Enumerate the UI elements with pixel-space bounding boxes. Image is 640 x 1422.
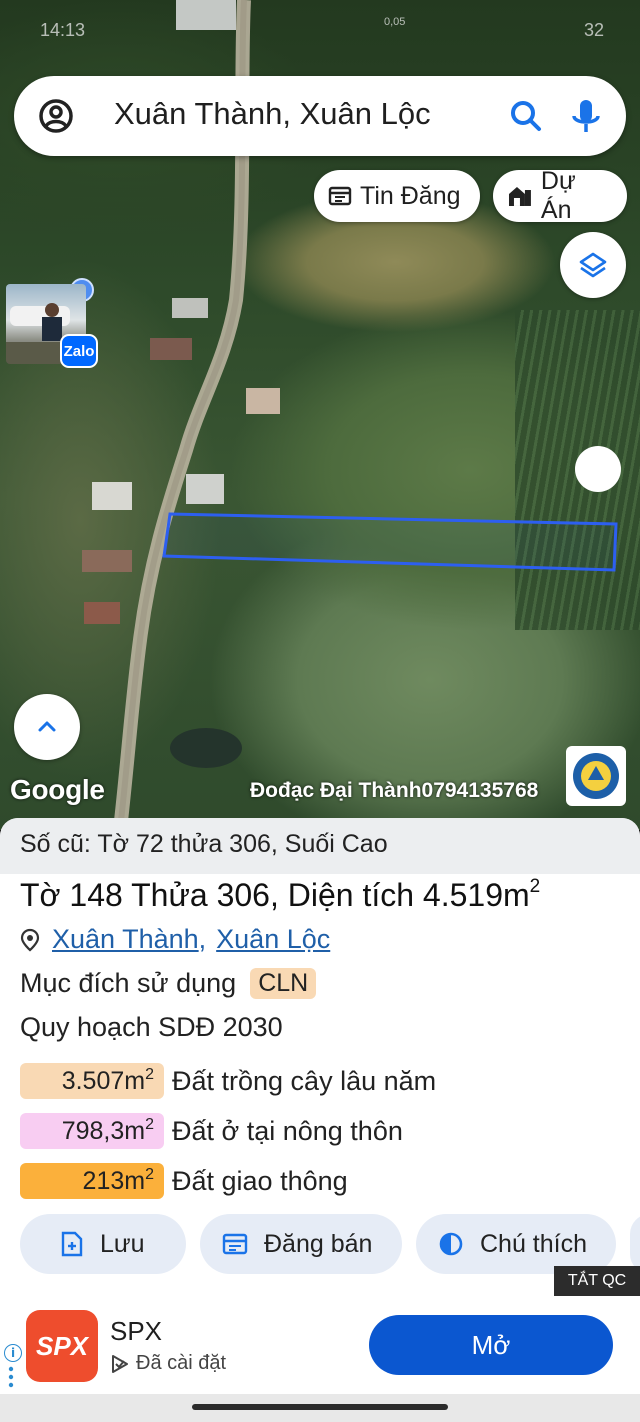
status-time: 14:13 bbox=[40, 20, 86, 40]
district-link[interactable]: Xuân Lộc bbox=[216, 924, 330, 955]
building bbox=[84, 602, 120, 624]
parcel-title-sup: 2 bbox=[529, 876, 541, 897]
battery-level: 32 bbox=[583, 20, 604, 40]
post-sale-button[interactable]: Đăng bán bbox=[200, 1214, 402, 1274]
network-speed: 0,05 bbox=[384, 16, 406, 28]
ad-app-icon: SPX bbox=[26, 1310, 98, 1382]
search-input[interactable]: Xuân Thành, Xuân Lộc bbox=[114, 96, 431, 132]
old-parcel-reference: Số cũ: Tờ 72 thửa 306, Suối Cao bbox=[0, 818, 640, 874]
system-nav-bar bbox=[0, 1394, 640, 1422]
zone-row: 798,3m2 Đất ở tại nông thôn bbox=[20, 1112, 403, 1150]
parcel-info-sheet: Số cũ: Tờ 72 thửa 306, Suối Cao Tờ 148 T… bbox=[0, 818, 640, 1296]
building bbox=[150, 338, 192, 360]
zone-row: 3.507m2 Đất trồng cây lâu năm bbox=[20, 1062, 436, 1100]
land-use-purpose: Mục đích sử dụng CLN bbox=[20, 968, 317, 999]
contrast-icon bbox=[439, 1232, 463, 1256]
building bbox=[92, 482, 132, 510]
ad-banner[interactable]: i SPX SPX Đã cài đặt Mở bbox=[0, 1296, 640, 1394]
building bbox=[172, 298, 208, 318]
post-sale-label: Đăng bán bbox=[264, 1229, 373, 1258]
zone-area-badge: 798,3m2 bbox=[20, 1113, 164, 1149]
layers-button[interactable] bbox=[560, 232, 626, 298]
pond bbox=[170, 728, 242, 768]
ad-installed-status: Đã cài đặt bbox=[110, 1352, 226, 1375]
zalo-chat-widget[interactable]: Zalo bbox=[6, 284, 98, 368]
zone-area-badge: 213m2 bbox=[20, 1163, 164, 1199]
commune-link[interactable]: Xuân Thành bbox=[52, 924, 199, 955]
purpose-code-badge: CLN bbox=[250, 968, 317, 999]
more-action-button[interactable] bbox=[630, 1214, 640, 1274]
chip-projects[interactable]: Dự Án bbox=[493, 167, 627, 224]
search-icon[interactable] bbox=[506, 96, 546, 136]
chip-listings-label: Tin Đăng bbox=[360, 181, 461, 210]
location-pin-icon bbox=[20, 928, 40, 951]
play-check-icon bbox=[112, 1354, 128, 1373]
legend-button[interactable]: Chú thích bbox=[416, 1214, 616, 1274]
ad-app-name: SPX bbox=[110, 1316, 163, 1346]
bookmark-add-icon bbox=[61, 1231, 83, 1257]
legend-label: Chú thích bbox=[480, 1229, 588, 1258]
floating-handle[interactable] bbox=[575, 446, 621, 492]
parcel-location: Xuân Thành , Xuân Lộc bbox=[20, 924, 330, 955]
ad-info-icon[interactable]: i bbox=[4, 1344, 22, 1362]
ad-installed-label: Đã cài đặt bbox=[136, 1352, 227, 1374]
save-label: Lưu bbox=[100, 1229, 145, 1258]
purpose-label: Mục đích sử dụng bbox=[20, 968, 237, 998]
location-separator: , bbox=[198, 924, 207, 954]
listing-icon bbox=[328, 186, 352, 206]
chip-projects-label: Dự Án bbox=[540, 167, 576, 224]
account-icon[interactable] bbox=[36, 96, 76, 136]
home-gesture-handle[interactable] bbox=[192, 1404, 448, 1410]
expand-up-button[interactable] bbox=[14, 694, 80, 760]
search-bar[interactable]: Xuân Thành, Xuân Lộc bbox=[14, 76, 626, 156]
microphone-icon[interactable] bbox=[566, 96, 606, 136]
close-ad-button[interactable]: TẮT QC bbox=[554, 1266, 640, 1296]
zone-area-badge: 3.507m2 bbox=[20, 1063, 164, 1099]
building bbox=[82, 550, 132, 572]
project-icon bbox=[508, 187, 531, 206]
chevron-up-icon bbox=[38, 721, 56, 732]
building bbox=[246, 388, 280, 414]
ad-options-icon[interactable] bbox=[8, 1366, 14, 1388]
parcel-outline bbox=[162, 512, 618, 572]
zone-label: Đất trồng cây lâu năm bbox=[172, 1065, 437, 1096]
chip-listings[interactable]: Tin Đăng bbox=[314, 170, 480, 222]
building bbox=[186, 474, 224, 504]
status-bar: 14:13 0,05 32 bbox=[0, 0, 640, 60]
zone-label: Đất giao thông bbox=[172, 1165, 348, 1196]
surveyor-watermark: Đođạc Đại Thành0794135768 bbox=[250, 779, 539, 802]
ad-open-button[interactable]: Mở bbox=[369, 1315, 613, 1375]
surveyor-logo bbox=[566, 746, 626, 806]
layers-icon bbox=[579, 252, 607, 278]
save-button[interactable]: Lưu bbox=[20, 1214, 186, 1274]
listing-icon bbox=[222, 1233, 248, 1255]
parcel-title-text: Tờ 148 Thửa 306, Diện tích 4.519m bbox=[20, 877, 530, 913]
google-logo: Google bbox=[10, 774, 105, 805]
zalo-badge: Zalo bbox=[60, 334, 98, 368]
land-plan-heading: Quy hoạch SDĐ 2030 bbox=[20, 1012, 283, 1042]
parcel-title: Tờ 148 Thửa 306, Diện tích 4.519m2 bbox=[20, 876, 540, 914]
satellite-map[interactable]: 14:13 0,05 32 Xuân Thành, Xuân Lộc Tin Đ… bbox=[0, 0, 640, 830]
zone-row: 213m2 Đất giao thông bbox=[20, 1162, 348, 1200]
zone-label: Đất ở tại nông thôn bbox=[172, 1115, 403, 1146]
